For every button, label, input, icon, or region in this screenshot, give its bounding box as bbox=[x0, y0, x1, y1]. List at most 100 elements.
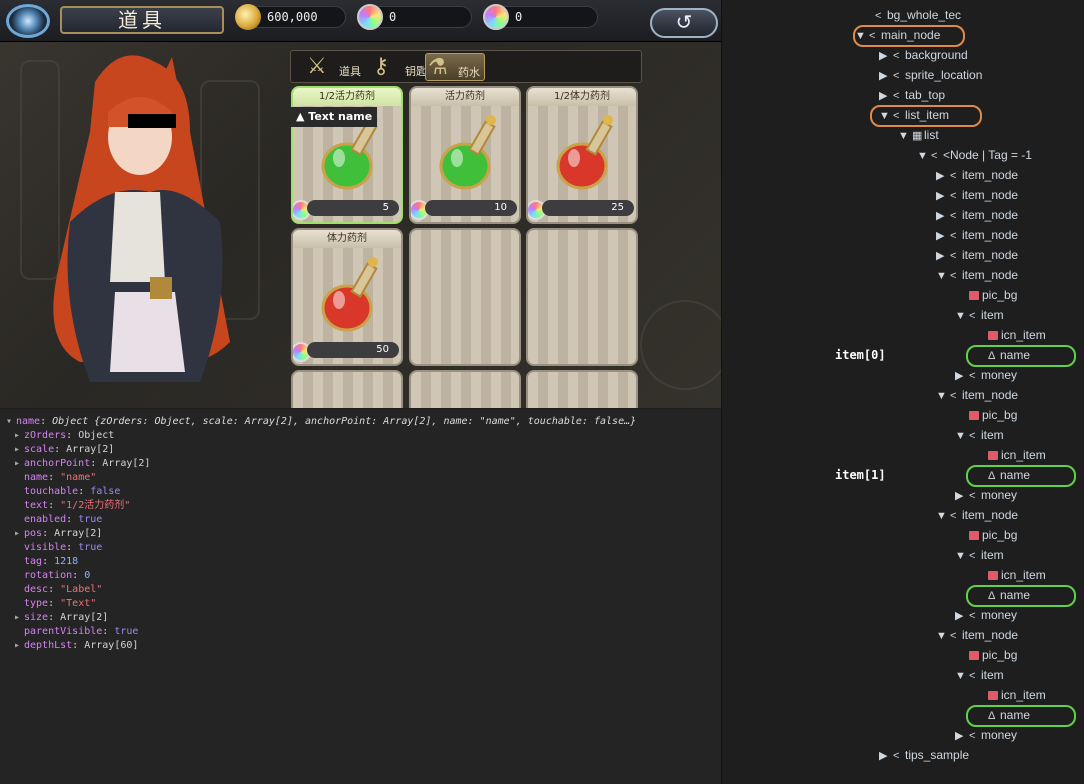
tree-node[interactable]: ▶ < money bbox=[955, 366, 1017, 384]
item-cell[interactable] bbox=[291, 370, 403, 408]
console-property[interactable]: ▸ depthLst: Array[60] bbox=[6, 639, 715, 653]
console-header[interactable]: ▾ name: Object {zOrders: Object, scale: A… bbox=[6, 415, 715, 429]
tree-node[interactable]: ▶ < money bbox=[955, 606, 1017, 624]
tab-keys[interactable]: ⚷ 钥匙 bbox=[371, 53, 431, 81]
node-icon: < bbox=[893, 70, 900, 82]
expand-arrow-icon[interactable]: ▸ bbox=[14, 429, 24, 443]
image-node-icon bbox=[988, 331, 998, 340]
collapse-triangle-icon[interactable]: ▼ bbox=[879, 107, 893, 125]
tree-node[interactable]: icn_item bbox=[974, 686, 1046, 704]
collapse-triangle-icon[interactable]: ▼ bbox=[936, 267, 950, 285]
tree-node[interactable]: ▶ < tab_top bbox=[879, 86, 945, 104]
tree-node[interactable]: ▼ < item bbox=[955, 666, 1004, 684]
tree-node[interactable]: ▶ < money bbox=[955, 726, 1017, 744]
tree-node[interactable]: ▼ < item bbox=[955, 306, 1004, 324]
item-cell[interactable]: 活力药剂 10 bbox=[409, 86, 521, 224]
tree-node[interactable]: Δname bbox=[974, 706, 1030, 724]
tree-node[interactable]: ▶ < tips_sample bbox=[879, 746, 969, 764]
tree-node[interactable]: icn_item bbox=[974, 326, 1046, 344]
tab-potions[interactable]: ⚗ 药水 bbox=[425, 53, 485, 81]
item-name: 体力药剂 bbox=[293, 230, 401, 248]
top-bar: 道具 600,000 0 0 ↺ bbox=[0, 0, 721, 42]
collapse-triangle-icon[interactable]: ▼ bbox=[855, 27, 869, 45]
console-property: name: "name" bbox=[24, 472, 97, 483]
console-property: enabled: true bbox=[24, 514, 103, 525]
expand-triangle-icon[interactable]: ▶ bbox=[879, 67, 893, 85]
expand-triangle-icon[interactable]: ▶ bbox=[936, 227, 950, 245]
item-cell[interactable] bbox=[409, 370, 521, 408]
expand-arrow-icon[interactable]: ▸ bbox=[14, 611, 24, 625]
collapse-triangle-icon[interactable]: ▼ bbox=[936, 627, 950, 645]
category-tabs: ⚔ 道具 ⚷ 钥匙 ⚗ 药水 bbox=[290, 50, 642, 83]
tree-node[interactable]: ▶ < item_node bbox=[936, 166, 1018, 184]
item-cell[interactable]: 1/2体力药剂 25 bbox=[526, 86, 638, 224]
tree-node[interactable]: ▼ < item_node bbox=[936, 506, 1018, 524]
tree-node[interactable]: icn_item bbox=[974, 446, 1046, 464]
expand-arrow-icon[interactable]: ▾ bbox=[6, 415, 16, 429]
item-cell[interactable] bbox=[526, 228, 638, 366]
expand-triangle-icon[interactable]: ▶ bbox=[936, 187, 950, 205]
item-cell[interactable] bbox=[526, 370, 638, 408]
expand-triangle-icon[interactable]: ▶ bbox=[936, 247, 950, 265]
tree-node[interactable]: ▶ < sprite_location bbox=[879, 66, 982, 84]
expand-triangle-icon[interactable]: ▶ bbox=[879, 87, 893, 105]
expand-arrow-icon[interactable]: ▸ bbox=[14, 527, 24, 541]
expand-triangle-icon[interactable]: ▶ bbox=[955, 367, 969, 385]
tree-node-label: item_node bbox=[962, 248, 1019, 262]
tree-node[interactable]: pic_bg bbox=[955, 286, 1017, 304]
tree-node[interactable]: ▶ < item_node bbox=[936, 186, 1018, 204]
expand-triangle-icon[interactable]: ▶ bbox=[879, 747, 893, 765]
console-property[interactable]: ▸ pos: Array[2] bbox=[6, 527, 715, 541]
item-cell[interactable]: 体力药剂 50 bbox=[291, 228, 403, 366]
expand-arrow-icon[interactable]: ▸ bbox=[14, 639, 24, 653]
expand-triangle-icon[interactable]: ▶ bbox=[955, 607, 969, 625]
tree-node[interactable]: < bg_whole_tec bbox=[861, 6, 961, 24]
tree-node[interactable]: ▼ < item bbox=[955, 426, 1004, 444]
expand-triangle-icon[interactable]: ▶ bbox=[936, 207, 950, 225]
tree-node[interactable]: ▶ < item_node bbox=[936, 226, 1018, 244]
collapse-triangle-icon[interactable]: ▼ bbox=[898, 127, 912, 145]
back-button[interactable]: ↺ bbox=[650, 8, 718, 38]
tree-node[interactable]: ▼ < <Node | Tag = -1 bbox=[917, 146, 1032, 164]
expand-arrow-icon[interactable]: ▸ bbox=[14, 443, 24, 457]
collapse-triangle-icon[interactable]: ▼ bbox=[955, 307, 969, 325]
property-key: enabled bbox=[24, 514, 67, 525]
expand-triangle-icon[interactable]: ▶ bbox=[936, 167, 950, 185]
tree-node[interactable]: Δname bbox=[974, 466, 1030, 484]
tree-node[interactable]: pic_bg bbox=[955, 406, 1017, 424]
tab-tools[interactable]: ⚔ 道具 bbox=[305, 53, 365, 81]
tree-node[interactable]: ▶ < background bbox=[879, 46, 968, 64]
tree-node[interactable]: ▼ < item_node bbox=[936, 386, 1018, 404]
expand-triangle-icon[interactable]: ▶ bbox=[955, 727, 969, 745]
collapse-triangle-icon[interactable]: ▼ bbox=[955, 547, 969, 565]
collapse-triangle-icon[interactable]: ▼ bbox=[917, 147, 931, 165]
tree-node[interactable]: ▼ < item_node bbox=[936, 626, 1018, 644]
console-property[interactable]: ▸ anchorPoint: Array[2] bbox=[6, 457, 715, 471]
collapse-triangle-icon[interactable]: ▼ bbox=[936, 387, 950, 405]
collapse-triangle-icon[interactable]: ▼ bbox=[955, 427, 969, 445]
menu-orb-icon[interactable] bbox=[6, 4, 50, 38]
tree-node[interactable]: pic_bg bbox=[955, 646, 1017, 664]
collapse-triangle-icon[interactable]: ▼ bbox=[936, 507, 950, 525]
tree-node[interactable]: ▼ < item bbox=[955, 546, 1004, 564]
console-property[interactable]: ▸ scale: Array[2] bbox=[6, 443, 715, 457]
tree-node[interactable]: ▶ < item_node bbox=[936, 246, 1018, 264]
tree-node[interactable]: Δname bbox=[974, 346, 1030, 364]
tree-node[interactable]: icn_item bbox=[974, 566, 1046, 584]
tree-node[interactable]: pic_bg bbox=[955, 526, 1017, 544]
tree-node[interactable]: ▼ < item_node bbox=[936, 266, 1018, 284]
console-property[interactable]: ▸ zOrders: Object bbox=[6, 429, 715, 443]
tree-node-label: name bbox=[1000, 588, 1031, 602]
tree-node[interactable]: Δname bbox=[974, 586, 1030, 604]
expand-triangle-icon[interactable]: ▶ bbox=[879, 47, 893, 65]
tree-node[interactable]: ▼ < list_item bbox=[879, 106, 949, 124]
tree-node[interactable]: ▶ < item_node bbox=[936, 206, 1018, 224]
tree-node[interactable]: ▼ < main_node bbox=[855, 26, 940, 44]
console-property[interactable]: ▸ size: Array[2] bbox=[6, 611, 715, 625]
tree-node[interactable]: ▼ ▦ list bbox=[898, 126, 939, 144]
item-cell[interactable] bbox=[409, 228, 521, 366]
expand-arrow-icon[interactable]: ▸ bbox=[14, 457, 24, 471]
expand-triangle-icon[interactable]: ▶ bbox=[955, 487, 969, 505]
collapse-triangle-icon[interactable]: ▼ bbox=[955, 667, 969, 685]
tree-node[interactable]: ▶ < money bbox=[955, 486, 1017, 504]
